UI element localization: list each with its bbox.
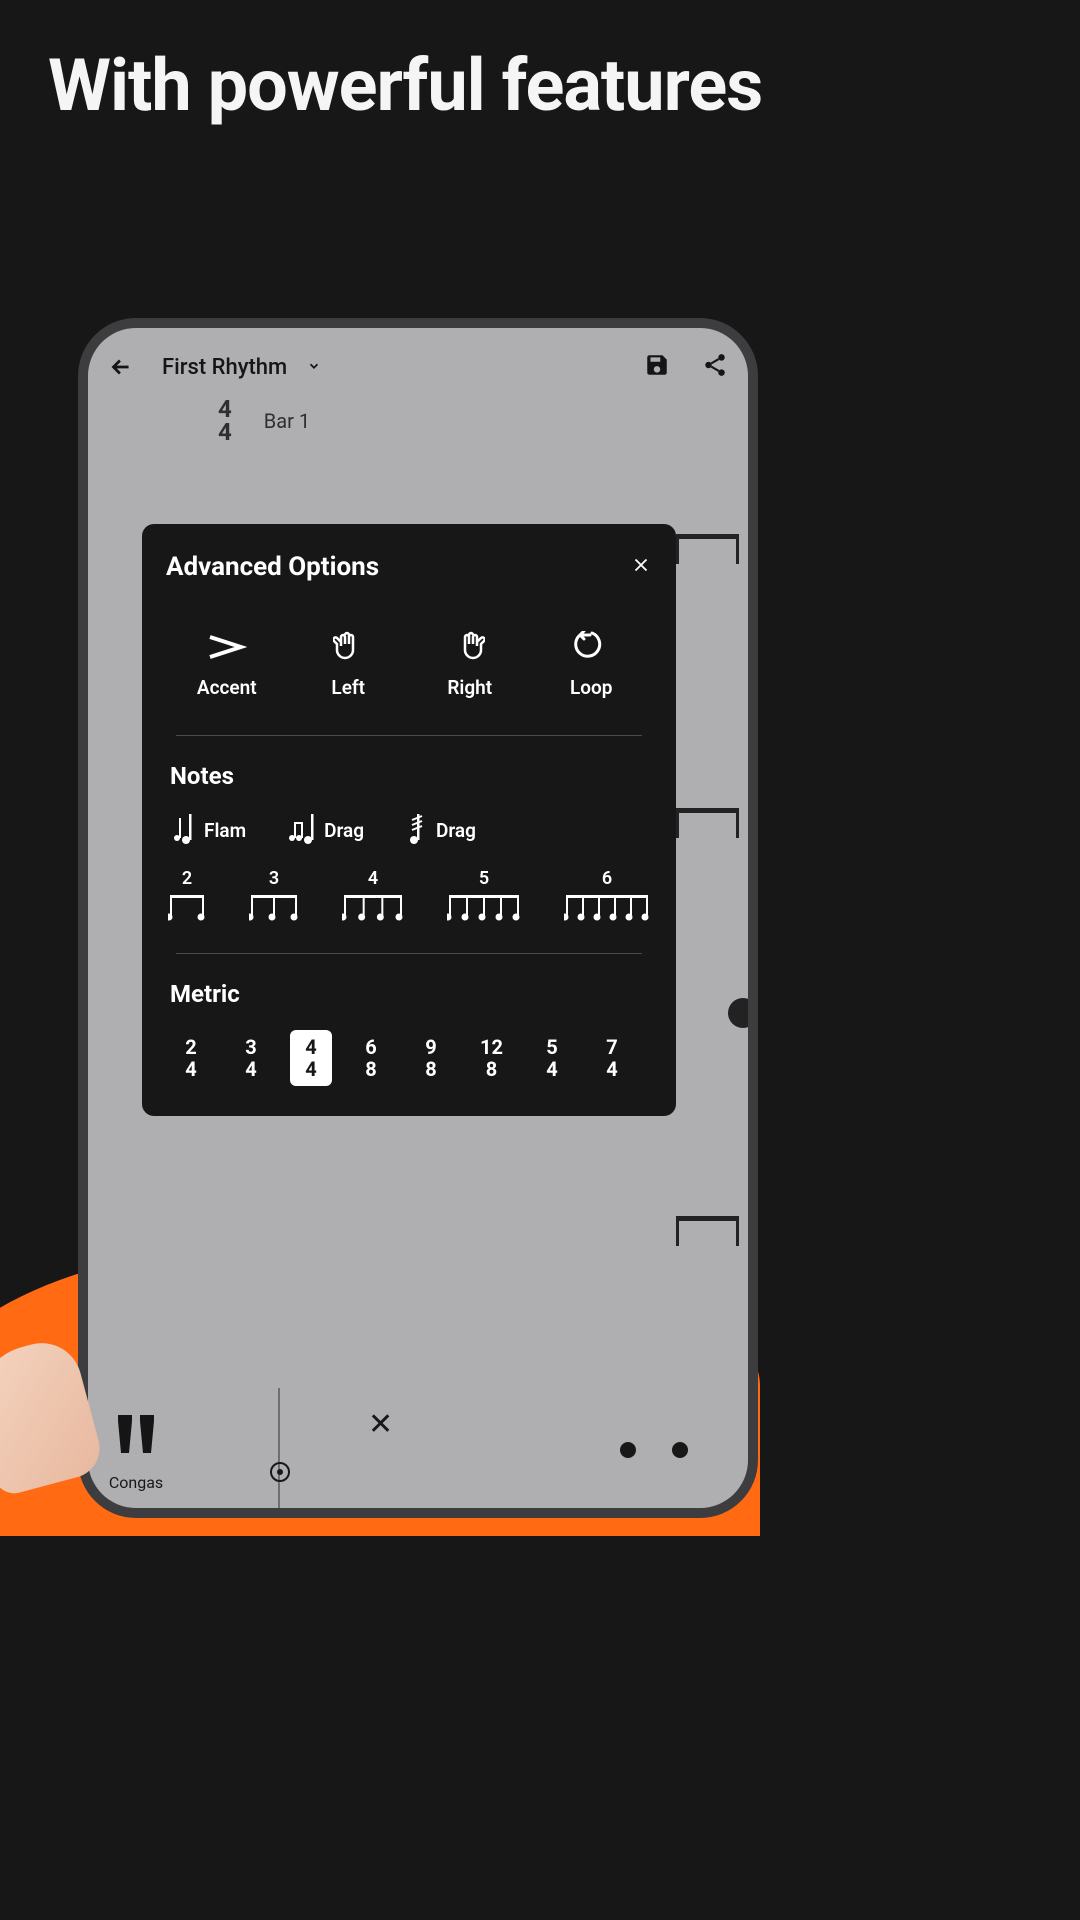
metric-9-8[interactable]: 98 — [410, 1030, 452, 1086]
tuplet-beam-icon — [168, 893, 206, 923]
hand-right-icon — [455, 628, 485, 666]
modal-title: Advanced Options — [166, 552, 379, 582]
metric-12-8[interactable]: 128 — [470, 1030, 513, 1086]
note-flam[interactable]: Flam — [172, 812, 246, 848]
metric-bottom: 4 — [546, 1058, 557, 1080]
instrument-label: Congas — [109, 1473, 163, 1492]
share-button[interactable] — [702, 352, 728, 382]
tuplet-number: 3 — [269, 868, 279, 889]
metric-5-4[interactable]: 54 — [531, 1030, 573, 1086]
bar-label: Bar 1 — [264, 409, 310, 433]
tuplet-4[interactable]: 4 — [342, 868, 404, 923]
chevron-down-icon[interactable] — [307, 358, 321, 377]
notes-section-title: Notes — [166, 762, 652, 790]
metric-top: 12 — [480, 1036, 503, 1058]
congas-icon — [108, 1409, 164, 1465]
metric-6-8[interactable]: 68 — [350, 1030, 392, 1086]
close-button[interactable] — [630, 554, 652, 580]
metric-top: 5 — [546, 1036, 557, 1058]
option-label: Left — [331, 676, 365, 699]
note-beam-group — [676, 1216, 748, 1256]
note-drag-2[interactable]: Drag — [406, 812, 476, 848]
metric-4-4[interactable]: 44 — [290, 1030, 332, 1086]
metric-top: 6 — [365, 1036, 376, 1058]
tuplet-number: 4 — [368, 868, 378, 889]
option-loop[interactable]: Loop — [541, 628, 641, 699]
tuplet-2[interactable]: 2 — [168, 868, 206, 923]
option-accent[interactable]: Accent — [177, 628, 277, 699]
metric-top: 2 — [185, 1036, 196, 1058]
tuplet-beam-icon — [564, 893, 650, 923]
drag-icon — [288, 812, 314, 848]
tuplet-beam-icon — [249, 893, 299, 923]
hand-left-icon — [333, 628, 363, 666]
phone-frame: First Rhythm 4 4 Bar 1 — [78, 318, 758, 1518]
save-button[interactable] — [644, 352, 670, 382]
divider — [176, 953, 642, 954]
note-dot[interactable] — [672, 1442, 688, 1458]
app-screen: First Rhythm 4 4 Bar 1 — [88, 328, 748, 1508]
x-note-icon[interactable]: ✕ — [368, 1407, 393, 1442]
note-beam-group — [676, 808, 748, 848]
time-sig-denominator: 4 — [218, 421, 232, 444]
metric-top: 7 — [606, 1036, 617, 1058]
time-signature[interactable]: 4 4 — [218, 398, 232, 444]
metric-2-4[interactable]: 24 — [170, 1030, 212, 1086]
metric-bottom: 8 — [365, 1058, 376, 1080]
note-label: Drag — [324, 819, 364, 842]
tuplet-6[interactable]: 6 — [564, 868, 650, 923]
notes-row: Flam Drag Drag — [166, 812, 652, 848]
tuplet-number: 6 — [602, 868, 612, 889]
option-right[interactable]: Right — [420, 628, 520, 699]
metric-bottom: 4 — [606, 1058, 617, 1080]
note-dots — [620, 1442, 688, 1458]
tuplet-beam-icon — [342, 893, 404, 923]
metric-bottom: 4 — [185, 1058, 196, 1080]
accent-icon — [207, 628, 247, 666]
note-drag[interactable]: Drag — [288, 812, 364, 848]
note-beam-group — [676, 534, 748, 574]
tuplet-beam-icon — [447, 893, 521, 923]
option-label: Loop — [570, 676, 612, 699]
metric-3-4[interactable]: 34 — [230, 1030, 272, 1086]
note-dot[interactable] — [620, 1442, 636, 1458]
metric-top: 9 — [425, 1036, 436, 1058]
divider — [176, 735, 642, 736]
option-left[interactable]: Left — [298, 628, 398, 699]
metric-bottom: 4 — [305, 1058, 316, 1080]
loop-icon — [574, 628, 608, 666]
time-signature-row: 4 4 Bar 1 — [88, 394, 748, 444]
note-label: Drag — [436, 819, 476, 842]
option-label: Accent — [197, 676, 257, 699]
metric-top: 3 — [245, 1036, 256, 1058]
promo-headline: With powerful features — [0, 0, 819, 125]
metric-bottom: 8 — [425, 1058, 436, 1080]
metric-section-title: Metric — [166, 980, 652, 1008]
metric-row: 24344468981285474 — [166, 1030, 652, 1086]
tuplet-row: 2 3 4 5 6 — [166, 868, 652, 923]
back-button[interactable] — [108, 354, 134, 380]
tuplet-number: 5 — [479, 868, 489, 889]
metric-7-4[interactable]: 74 — [591, 1030, 633, 1086]
metric-bottom: 4 — [245, 1058, 256, 1080]
app-header: First Rhythm — [88, 328, 748, 394]
options-row: Accent Left Right — [166, 628, 652, 735]
tuplet-5[interactable]: 5 — [447, 868, 521, 923]
advanced-options-modal: Advanced Options Accent Left — [142, 524, 676, 1116]
instrument-congas[interactable]: Congas — [108, 1409, 164, 1492]
drag-roll-icon — [406, 812, 426, 848]
tuplet-3[interactable]: 3 — [249, 868, 299, 923]
metric-bottom: 8 — [486, 1058, 497, 1080]
note-label: Flam — [204, 819, 246, 842]
flam-icon — [172, 812, 194, 848]
note-head — [728, 998, 748, 1028]
metric-top: 4 — [305, 1036, 316, 1058]
document-title[interactable]: First Rhythm — [162, 355, 287, 380]
tuplet-number: 2 — [182, 868, 192, 889]
option-label: Right — [447, 676, 492, 699]
